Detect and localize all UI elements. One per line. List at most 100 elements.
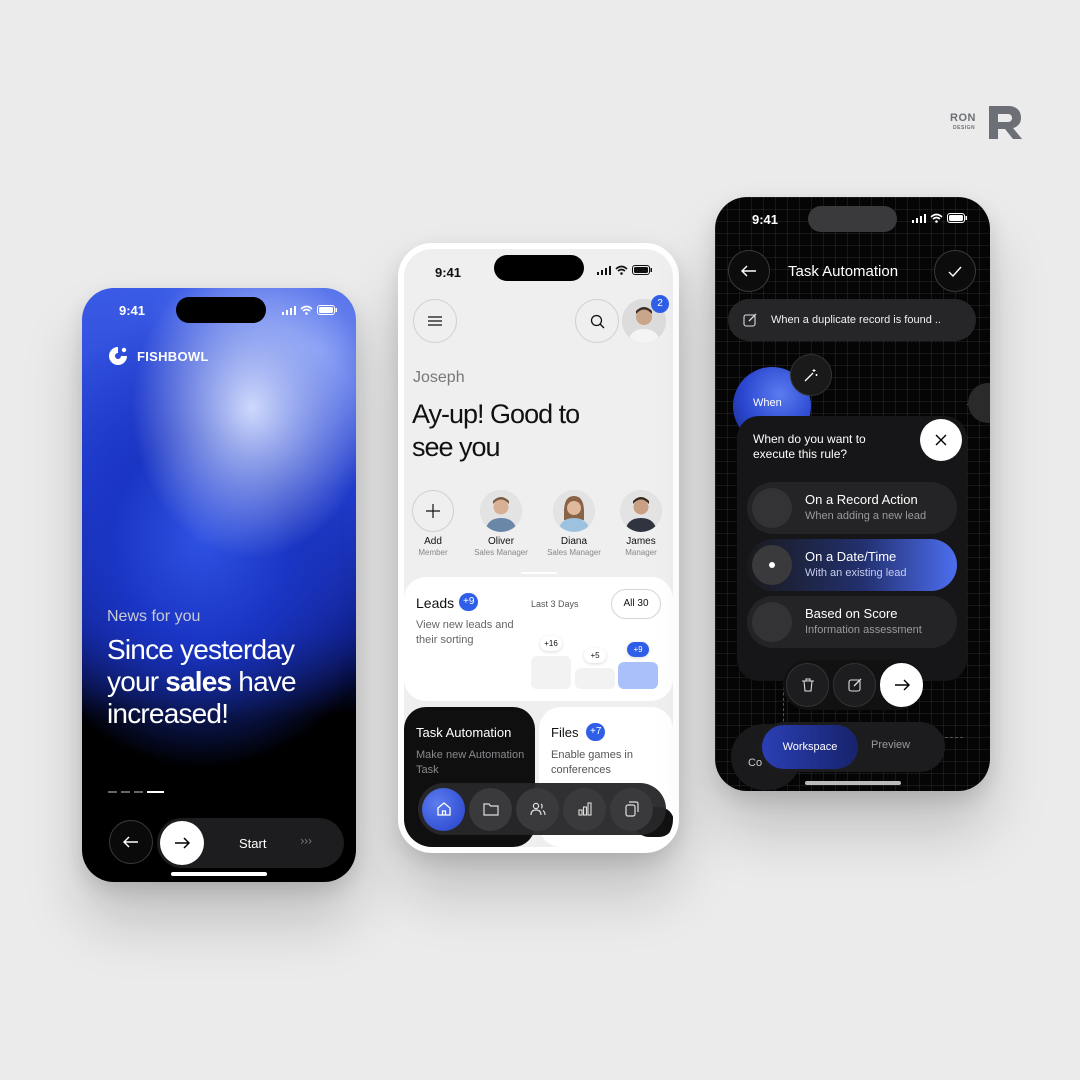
option-score[interactable]: Based on Score Information assessment [747,596,957,648]
dynamic-island [808,206,897,232]
battery-icon [317,305,337,315]
brand-sub: DESIGN [953,125,976,131]
option-radio-selected [752,545,792,585]
magic-wand-icon [804,369,818,382]
nav-home[interactable] [422,787,465,831]
wifi-icon [615,265,628,275]
next-button[interactable] [880,663,923,707]
delete-button[interactable] [786,663,829,707]
page-title: Task Automation [788,263,899,280]
option-title: On a Record Action [805,492,918,507]
edit-button[interactable] [833,663,876,707]
option-record-action[interactable]: On a Record Action When adding a new lea… [747,482,957,534]
side-node-button[interactable] [968,383,990,423]
edit-icon [743,313,757,327]
status-time: 9:41 [119,303,146,318]
option-subtitle: With an existing lead [805,567,907,579]
fishbowl-logo-icon [109,347,127,365]
back-button[interactable] [109,820,153,864]
battery-icon [947,213,967,223]
status-time: 9:41 [752,212,779,227]
brand-name: RON [950,112,976,124]
brand-r-icon [989,106,1022,139]
arrow-right-icon [894,679,910,691]
tab-preview[interactable]: Preview [871,739,910,751]
dynamic-island [176,297,266,323]
arrow-left-icon [741,265,756,277]
status-icons [597,265,652,275]
back-button[interactable] [728,250,770,292]
leads-bar-label: +16 [540,636,562,651]
nav-copy[interactable] [610,787,653,831]
app-logo: FISHBOWL [107,345,209,367]
trigger-field[interactable]: When a duplicate record is found .. [728,299,976,341]
option-date-time[interactable]: On a Date/Time With an existing lead [747,539,957,591]
chevrons-icon: ››› [300,834,312,848]
tab-workspace[interactable]: Workspace [762,725,858,769]
app-name: FISHBOWL [137,348,209,364]
option-radio [752,488,792,528]
avatar [480,490,522,532]
close-button[interactable] [920,419,962,461]
nav-users[interactable] [516,787,559,831]
option-title: Based on Score [805,606,898,621]
search-icon [590,314,604,328]
news-label: News for you [107,608,201,625]
avatar [620,490,662,532]
trash-icon [801,678,814,692]
wifi-icon [300,305,313,315]
radio-dot [769,562,775,568]
phone-dashboard: 9:41 2 Joseph Ay-up! Good to see you Add… [398,243,679,853]
nav-chart[interactable] [563,787,606,831]
member-role: Sales Manager [474,548,528,557]
status-time: 9:41 [435,265,462,280]
home-indicator [805,781,901,785]
member-role: Manager [625,548,657,557]
rule-time-dialog: When do you want to execute this rule? O… [737,416,967,681]
avatar-photo [553,490,595,532]
phone-onboarding: 9:41 FISHBOWL News for you Since yesterd… [82,288,356,882]
start-slider[interactable]: Start ››› [157,818,344,868]
member-diana[interactable]: Diana Sales Manager [539,490,609,557]
add-member-circle[interactable] [412,490,454,532]
member-james[interactable]: James Manager [606,490,673,557]
all-filter-button[interactable]: All 30 [611,589,661,619]
signal-icon [597,265,611,275]
status-icons [912,213,967,223]
search-button[interactable] [575,299,619,343]
task-card-description: Make new Automation Task [416,749,525,776]
start-label: Start [239,836,267,851]
files-card-title: Files [551,725,579,740]
page-dot [134,791,143,793]
home-icon [436,802,451,816]
page-dot-active [147,791,164,793]
member-role: Sales Manager [547,548,601,557]
leads-badge: +9 [459,593,479,611]
menu-icon [428,316,442,326]
member-oliver[interactable]: Oliver Sales Manager [466,490,536,557]
home-indicator [171,872,267,876]
add-member-button[interactable]: Add Member [404,490,468,557]
headline: Since yesterday your sales have increase… [107,634,347,730]
member-name: James [626,536,656,547]
page-dot [121,791,130,793]
bottom-nav [418,783,666,835]
confirm-button[interactable] [934,250,976,292]
bottom-left-text: Co [748,757,763,769]
dialog-question: When do you want to execute this rule? [753,432,866,461]
plus-icon [426,504,440,518]
magic-wand-button[interactable] [790,354,832,396]
member-name: Oliver [487,536,515,547]
task-card-title: Task Automation [416,725,512,740]
users-icon [529,802,546,816]
trigger-text: When a duplicate record is found .. [771,314,941,326]
leads-card[interactable]: Leads +9 View new leads and their sortin… [404,577,673,701]
leads-title: Leads [416,595,455,611]
headline-bold: sales [165,666,232,697]
leads-bar: +5 [575,648,615,689]
start-handle[interactable] [160,821,204,865]
leads-bar-label: +5 [584,648,606,663]
nav-folder[interactable] [469,787,512,831]
menu-button[interactable] [413,299,457,343]
files-card-description: Enable games in conferences [551,749,633,776]
